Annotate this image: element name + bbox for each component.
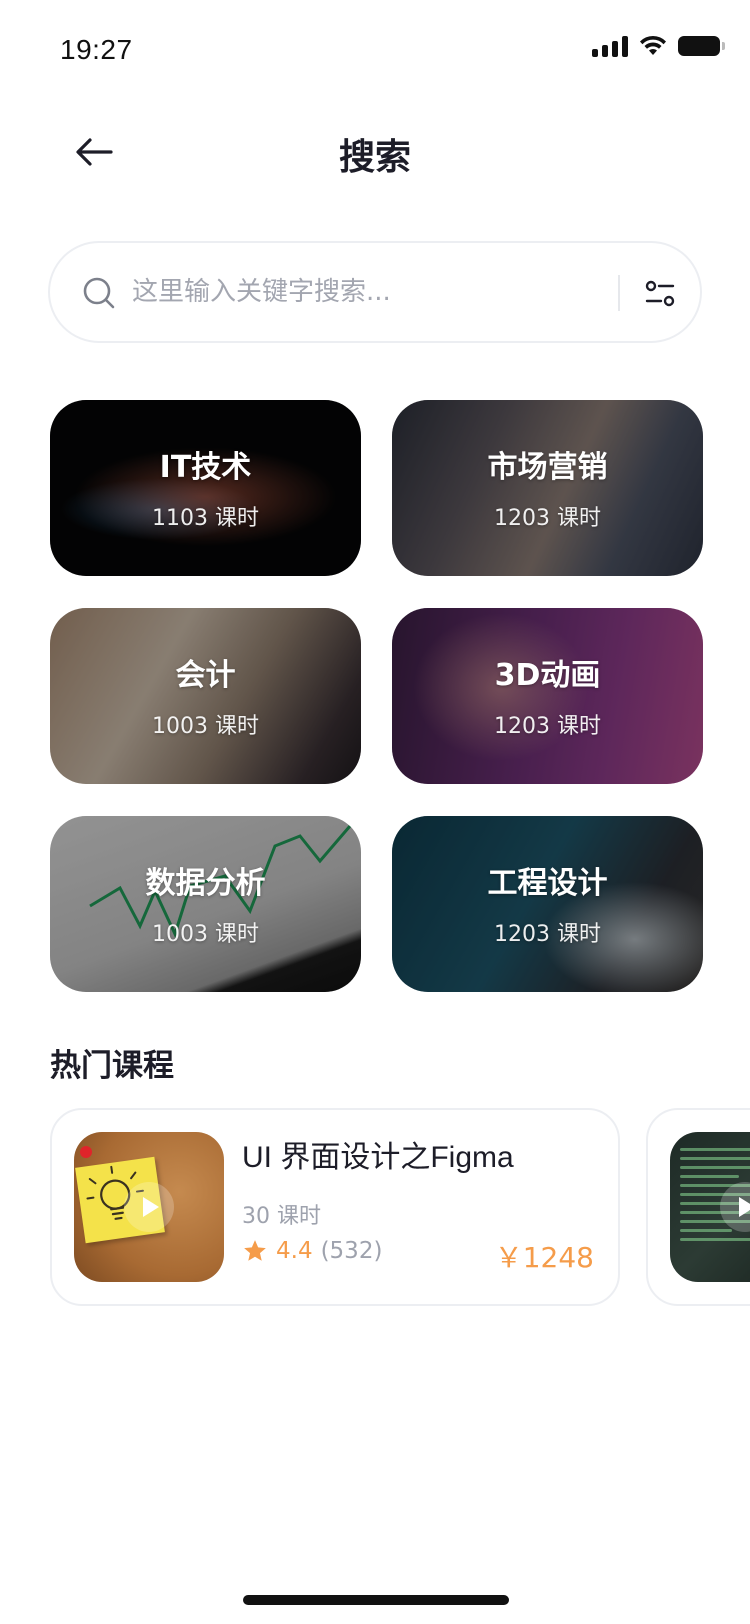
category-card-it[interactable]: IT技术 1103 课时 [50, 400, 361, 576]
card-overlay [50, 816, 361, 992]
course-rating: 4.4 (532) [242, 1238, 382, 1264]
wifi-icon [640, 35, 666, 55]
category-card-engineering[interactable]: 工程设计 1203 课时 [392, 816, 703, 992]
card-overlay [392, 816, 703, 992]
card-overlay [392, 400, 703, 576]
course-lessons: 30 课时 [242, 1204, 321, 1229]
category-count: 1003 课时 [152, 714, 259, 739]
course-price: ￥1248 [494, 1241, 594, 1274]
card-overlay [50, 608, 361, 784]
category-card-accounting[interactable]: 会计 1003 课时 [50, 608, 361, 784]
category-card-marketing[interactable]: 市场营销 1203 课时 [392, 400, 703, 576]
filter-sliders-icon [645, 280, 675, 307]
rating-count: (532) [320, 1238, 383, 1264]
category-name: IT技术 [159, 450, 252, 485]
category-count: 1003 课时 [152, 922, 259, 947]
play-icon [143, 1197, 159, 1217]
filter-button[interactable] [636, 270, 684, 318]
category-count: 1203 课时 [494, 506, 601, 531]
page-title: 搜索 [338, 137, 411, 178]
course-card[interactable]: UI 界面设计之Figma 30 课时 4.4 (532) ￥1248 [50, 1108, 620, 1306]
course-card[interactable] [646, 1108, 750, 1306]
category-name: 会计 [175, 658, 236, 693]
category-count: 1203 课时 [494, 714, 601, 739]
card-overlay [392, 608, 703, 784]
status-icons [592, 34, 725, 58]
course-title: UI 界面设计之Figma [242, 1141, 514, 1174]
course-thumbnail [74, 1132, 224, 1282]
status-bar: 19:27 [0, 0, 750, 96]
play-button[interactable] [124, 1182, 174, 1232]
star-icon [244, 1240, 266, 1261]
card-overlay [50, 400, 361, 576]
header: 搜索 [0, 110, 750, 190]
status-time: 19:27 [60, 34, 133, 65]
home-indicator [243, 1595, 509, 1605]
category-card-3d-animation[interactable]: 3D动画 1203 课时 [392, 608, 703, 784]
search-screen: 19:27 搜索 这里输入关键字搜索... IT技术 1103 课时 市场营销 … [0, 0, 750, 1624]
search-input[interactable] [132, 267, 652, 317]
search-icon [83, 277, 115, 309]
category-name: 3D动画 [494, 658, 601, 693]
category-name: 工程设计 [487, 866, 608, 901]
category-card-data-analysis[interactable]: 数据分析 1003 课时 [50, 816, 361, 992]
category-count: 1103 课时 [152, 506, 259, 531]
course-thumbnail [670, 1132, 750, 1282]
category-name: 数据分析 [145, 866, 266, 901]
category-count: 1203 课时 [494, 922, 601, 947]
rating-value: 4.4 [276, 1238, 313, 1264]
category-name: 市场营销 [487, 450, 608, 485]
section-title-popular: 热门课程 [50, 1048, 174, 1084]
battery-icon [678, 36, 725, 56]
search-bar [48, 241, 702, 343]
cellular-signal-icon [592, 35, 628, 57]
search-divider [618, 275, 620, 311]
play-icon [739, 1197, 750, 1217]
pin-icon [80, 1146, 92, 1158]
